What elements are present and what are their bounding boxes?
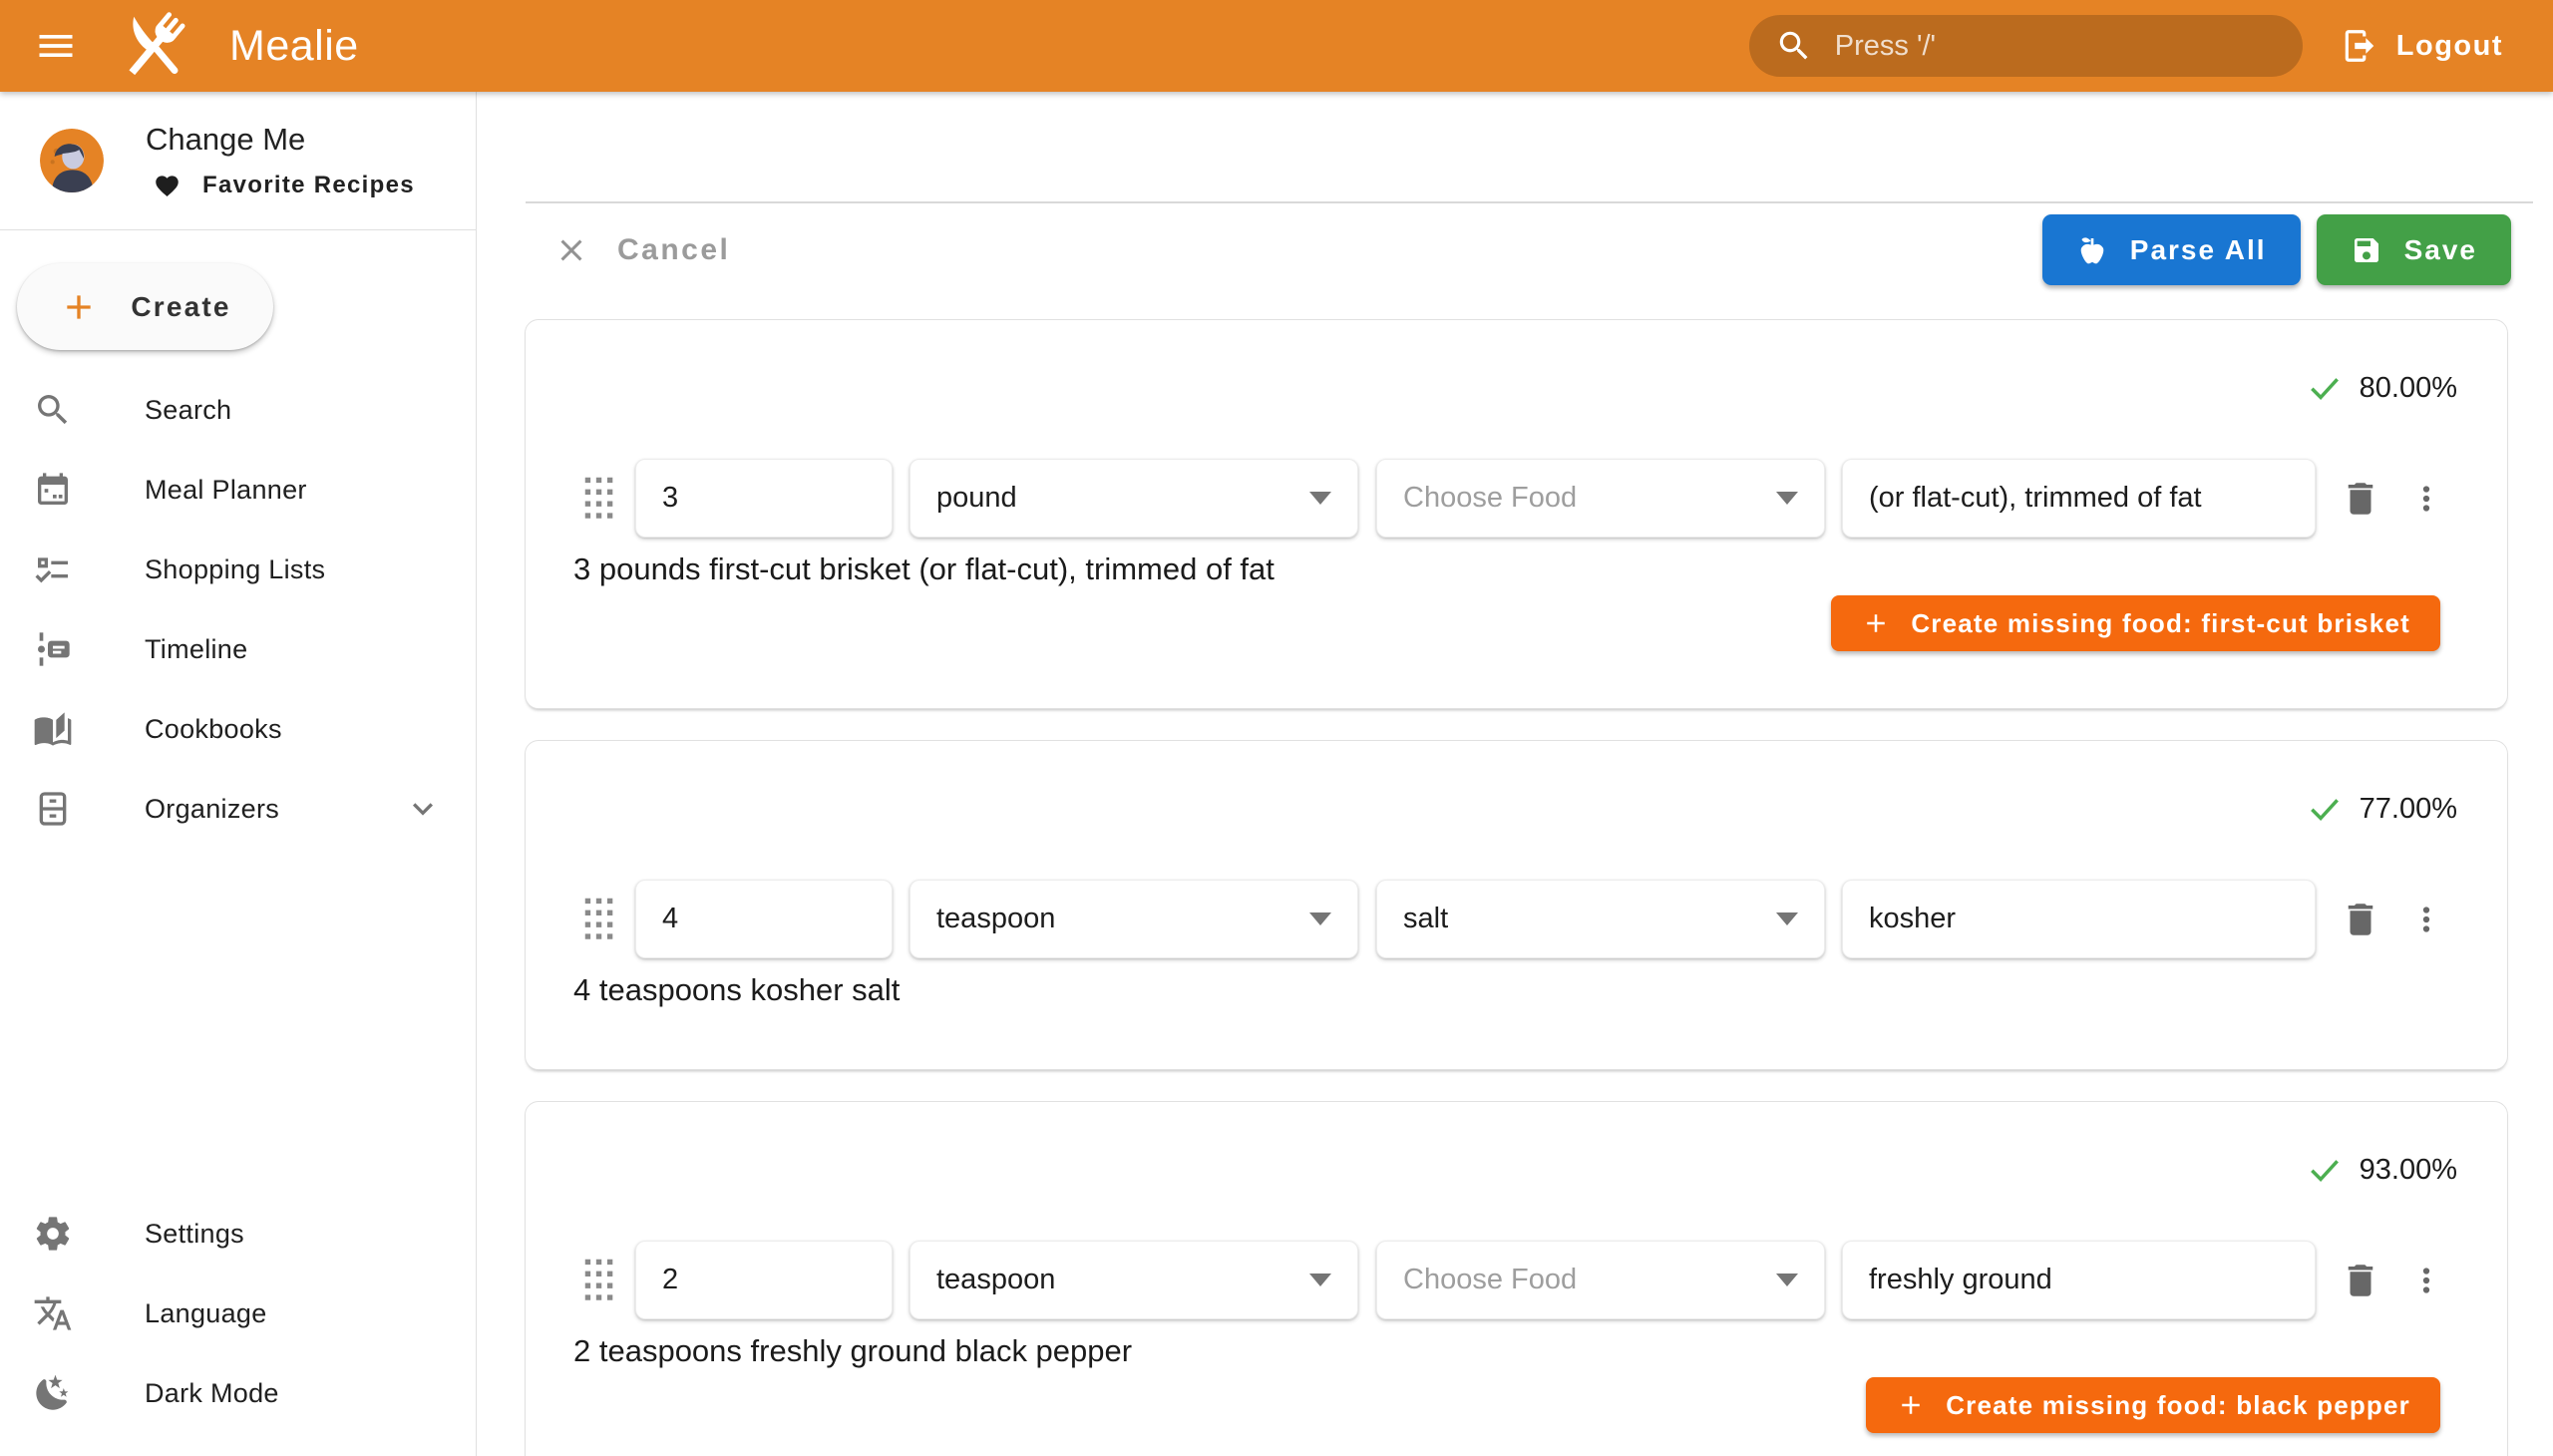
original-ingredient-text: 3 pounds first-cut brisket (or flat-cut)… <box>526 549 2507 589</box>
checklist-icon <box>33 549 73 589</box>
book-open-icon <box>33 709 73 749</box>
gear-icon <box>33 1214 73 1254</box>
user-name: Change Me <box>146 122 415 158</box>
check-icon <box>2306 1151 2344 1189</box>
sidebar-item-search[interactable]: Search <box>0 370 476 450</box>
unit-select[interactable]: teaspoon <box>910 1241 1358 1319</box>
ingredient-list: 80.00% pound Choose Food <box>525 319 2508 1456</box>
app-bar: Mealie Logout <box>0 0 2553 92</box>
delete-icon[interactable] <box>2340 1260 2381 1301</box>
sidebar-item-shopping-lists[interactable]: Shopping Lists <box>0 530 476 609</box>
dropdown-arrow-icon <box>1776 492 1798 505</box>
food-select[interactable]: Choose Food <box>1376 1241 1825 1319</box>
sidebar-item-dark-mode[interactable]: Dark Mode <box>0 1353 476 1433</box>
apple-icon <box>2076 234 2108 266</box>
note-input[interactable] <box>1842 880 2316 958</box>
drag-handle-icon[interactable] <box>580 894 618 945</box>
confidence-value: 77.00% <box>2360 793 2457 826</box>
sidebar-nav: Search Meal Planner Shopping Lists Timel… <box>0 370 476 849</box>
sidebar-item-organizers[interactable]: Organizers <box>0 769 476 849</box>
check-icon <box>2306 369 2344 407</box>
mealie-logo-icon <box>116 7 193 85</box>
confidence-row: 77.00% <box>526 791 2507 827</box>
sidebar-item-meal-planner[interactable]: Meal Planner <box>0 450 476 530</box>
favorite-recipes-link[interactable]: Favorite Recipes <box>154 172 415 199</box>
note-input[interactable] <box>1842 1241 2316 1319</box>
save-button[interactable]: Save <box>2317 214 2511 285</box>
quantity-input[interactable] <box>635 1241 893 1319</box>
delete-icon[interactable] <box>2340 478 2381 520</box>
content-top-divider <box>526 201 2533 203</box>
moon-icon <box>33 1373 73 1413</box>
logout-button[interactable]: Logout <box>2341 27 2503 65</box>
cabinet-icon <box>33 789 73 829</box>
search-input[interactable] <box>1835 30 2277 63</box>
avatar <box>40 129 104 192</box>
confidence-value: 80.00% <box>2360 372 2457 405</box>
delete-icon[interactable] <box>2340 899 2381 940</box>
check-icon <box>2306 790 2344 828</box>
original-ingredient-text: 4 teaspoons kosher salt <box>526 970 2507 1010</box>
sidebar: Change Me Favorite Recipes Create Search… <box>0 92 477 1456</box>
original-ingredient-text: 2 teaspoons freshly ground black pepper <box>526 1331 2507 1371</box>
ingredient-fields: teaspoon Choose Food <box>526 1241 2507 1319</box>
plus-icon <box>59 287 99 327</box>
quantity-input[interactable] <box>635 459 893 538</box>
dropdown-arrow-icon <box>1309 492 1331 505</box>
drag-handle-icon[interactable] <box>580 473 618 525</box>
dropdown-arrow-icon <box>1309 912 1331 925</box>
main-content: Cancel Parse All Save 80.00% <box>477 92 2553 1456</box>
logout-icon <box>2341 27 2378 65</box>
ingredient-card: 77.00% teaspoon salt <box>525 740 2508 1070</box>
food-select[interactable]: salt <box>1376 880 1825 958</box>
ingredient-fields: pound Choose Food <box>526 459 2507 538</box>
note-input[interactable] <box>1842 459 2316 538</box>
heart-icon <box>154 173 181 199</box>
dropdown-arrow-icon <box>1309 1274 1331 1286</box>
sidebar-bottom-nav: Settings Language Dark Mode <box>0 1194 476 1456</box>
plus-icon <box>1896 1390 1926 1420</box>
parse-all-button[interactable]: Parse All <box>2042 214 2301 285</box>
global-search[interactable] <box>1749 15 2303 77</box>
create-button[interactable]: Create <box>17 263 273 350</box>
close-icon <box>553 232 589 268</box>
ingredient-card: 93.00% teaspoon Choose Food <box>525 1101 2508 1456</box>
confidence-row: 93.00% <box>526 1152 2507 1188</box>
plus-icon <box>1861 608 1891 638</box>
dropdown-arrow-icon <box>1776 912 1798 925</box>
unit-select[interactable]: teaspoon <box>910 880 1358 958</box>
calendar-icon <box>33 470 73 510</box>
save-icon <box>2351 234 2382 266</box>
quantity-input[interactable] <box>635 880 893 958</box>
translate-icon <box>33 1293 73 1333</box>
kebab-menu-icon[interactable] <box>2407 480 2445 518</box>
app-title: Mealie <box>229 22 359 71</box>
timeline-icon <box>33 629 73 669</box>
create-missing-food-button[interactable]: Create missing food: black pepper <box>1866 1377 2440 1433</box>
confidence-value: 93.00% <box>2360 1154 2457 1187</box>
drag-handle-icon[interactable] <box>580 1255 618 1306</box>
sidebar-item-language[interactable]: Language <box>0 1274 476 1353</box>
sidebar-divider <box>0 229 476 230</box>
user-profile[interactable]: Change Me Favorite Recipes <box>0 92 476 229</box>
chevron-down-icon[interactable] <box>403 789 443 829</box>
sidebar-item-settings[interactable]: Settings <box>0 1194 476 1274</box>
magnify-icon <box>33 390 73 430</box>
kebab-menu-icon[interactable] <box>2407 901 2445 938</box>
ingredient-fields: teaspoon salt <box>526 880 2507 958</box>
sidebar-item-timeline[interactable]: Timeline <box>0 609 476 689</box>
menu-icon[interactable] <box>34 24 78 68</box>
dropdown-arrow-icon <box>1776 1274 1798 1286</box>
food-select[interactable]: Choose Food <box>1376 459 1825 538</box>
ingredient-card: 80.00% pound Choose Food <box>525 319 2508 709</box>
confidence-row: 80.00% <box>526 370 2507 406</box>
create-missing-food-button[interactable]: Create missing food: first-cut brisket <box>1831 595 2440 651</box>
search-icon <box>1775 27 1813 65</box>
unit-select[interactable]: pound <box>910 459 1358 538</box>
cancel-button[interactable]: Cancel <box>553 232 730 268</box>
kebab-menu-icon[interactable] <box>2407 1262 2445 1299</box>
parser-toolbar: Cancel Parse All Save <box>477 214 2553 285</box>
sidebar-item-cookbooks[interactable]: Cookbooks <box>0 689 476 769</box>
